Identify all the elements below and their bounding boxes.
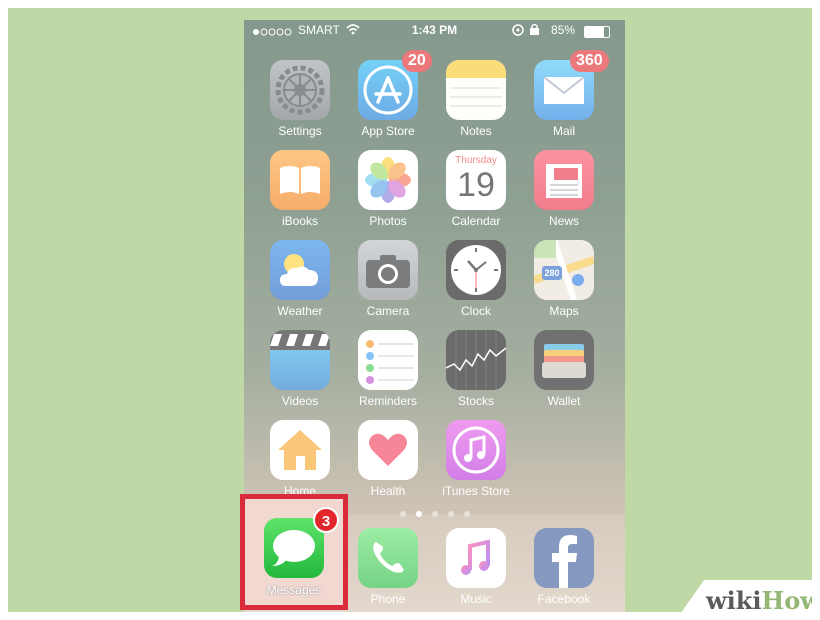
page-dot (447, 511, 454, 517)
page-dot (463, 511, 470, 517)
facebook-f-icon (534, 528, 594, 588)
app-label: App Store (361, 124, 415, 138)
app-label: Clock (460, 304, 491, 318)
app-label: Camera (366, 304, 410, 318)
app-videos[interactable]: Videos (260, 330, 340, 420)
app-label: Wallet (547, 394, 581, 408)
music-note-icon (446, 528, 506, 588)
illustration-background: SMART 1:43 PM 85% Settings 20 App Store (8, 8, 812, 612)
app-settings[interactable]: Settings (260, 60, 340, 150)
app-label: Settings (278, 124, 322, 138)
phone-handset-icon (358, 528, 418, 588)
clapperboard-icon (270, 330, 330, 390)
house-icon (270, 420, 330, 480)
app-label: Messages (266, 583, 322, 597)
photos-flower-icon (358, 150, 418, 210)
wikihow-watermark: wikiHow (706, 586, 812, 612)
app-label: Calendar (451, 214, 501, 228)
app-label: Reminders (358, 394, 418, 408)
page-dot (431, 511, 438, 517)
app-photos[interactable]: Photos (348, 150, 428, 240)
app-label: Weather (277, 304, 323, 318)
book-icon (270, 150, 330, 210)
app-label: Videos (281, 394, 319, 408)
app-ibooks[interactable]: iBooks (260, 150, 340, 240)
app-app-store[interactable]: 20 App Store (348, 50, 432, 150)
map-icon: 280 (534, 240, 594, 300)
app-weather[interactable]: Weather (260, 240, 340, 330)
news-icon (534, 150, 594, 210)
settings-gear-icon (270, 60, 330, 120)
dock-app-facebook[interactable]: Facebook (524, 528, 604, 612)
search-page-dot (399, 511, 406, 517)
page-dot (415, 511, 422, 517)
app-calendar[interactable]: Thursday 19 Calendar (436, 150, 516, 240)
reminders-list-icon (358, 330, 418, 390)
app-label: iBooks (281, 214, 319, 228)
notes-icon (446, 60, 506, 120)
stocks-chart-icon (446, 330, 506, 390)
battery-icon (584, 26, 610, 38)
weather-cloud-sun-icon (270, 240, 330, 300)
app-label: iTunes Store (442, 484, 510, 498)
app-label: Music (460, 592, 492, 606)
wallet-icon (534, 330, 594, 390)
app-label: Health (370, 484, 406, 498)
app-label: Notes (460, 124, 492, 138)
app-maps[interactable]: 280 Maps (524, 240, 604, 330)
calendar-date: 19 (457, 166, 495, 204)
calendar-icon: Thursday 19 (446, 150, 506, 210)
camera-icon (358, 240, 418, 300)
app-label: Facebook (537, 592, 591, 606)
location-lock-icons (512, 23, 546, 40)
app-camera[interactable]: Camera (348, 240, 428, 330)
notification-badge: 360 (570, 50, 609, 72)
app-label: Photos (369, 214, 407, 228)
app-label: Phone (370, 592, 406, 606)
map-shield: 280 (542, 266, 562, 280)
dock-app-music[interactable]: Music (436, 528, 516, 612)
app-news[interactable]: News (524, 150, 604, 240)
dock-app-messages-highlight[interactable]: 3 Messages (240, 494, 348, 610)
music-note-icon (446, 420, 506, 480)
heart-icon (358, 420, 418, 480)
calendar-day: Thursday (455, 155, 497, 166)
battery-percent: 85% (551, 23, 576, 37)
app-notes[interactable]: Notes (436, 60, 516, 150)
app-label: Maps (549, 304, 579, 318)
app-clock[interactable]: Clock (436, 240, 516, 330)
app-label: Stocks (457, 394, 494, 408)
clock-icon (446, 240, 506, 300)
app-wallet[interactable]: Wallet (524, 330, 604, 420)
app-health[interactable]: Health (348, 420, 428, 510)
app-label: News (548, 214, 579, 228)
app-mail[interactable]: 360 Mail (524, 50, 609, 150)
app-label: Mail (552, 124, 575, 138)
app-reminders[interactable]: Reminders (348, 330, 428, 420)
notification-badge: 20 (402, 50, 432, 72)
app-stocks[interactable]: Stocks (436, 330, 516, 420)
status-bar: SMART 1:43 PM 85% (244, 20, 625, 42)
dock-app-phone[interactable]: Phone (348, 528, 428, 612)
notification-badge: 3 (313, 507, 339, 533)
app-itunes-store[interactable]: iTunes Store (436, 420, 516, 510)
